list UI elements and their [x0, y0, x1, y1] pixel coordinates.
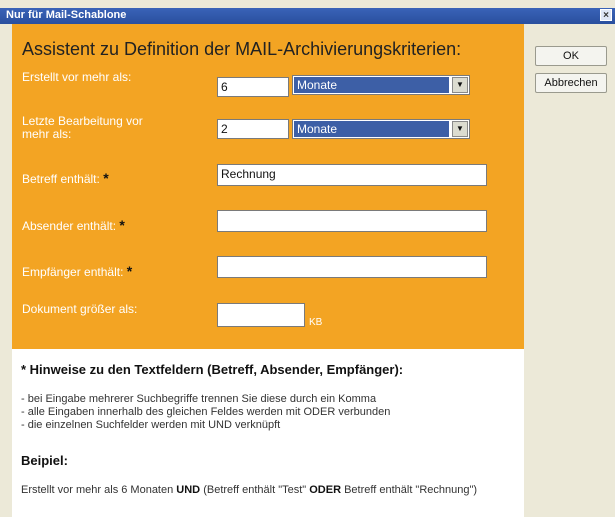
hint-item: - bei Eingabe mehrerer Suchbegriffe tren… — [21, 393, 377, 405]
subject-input[interactable]: Rechnung — [217, 164, 487, 186]
chevron-down-icon[interactable]: ▼ — [452, 121, 468, 137]
subject-label-text: Betreff enthält: — [22, 172, 100, 186]
example-heading: Beipiel: — [21, 453, 68, 468]
hints-panel: * Hinweise zu den Textfeldern (Betreff, … — [12, 349, 524, 517]
dialog-window: Nur für Mail-Schablone × Assistent zu De… — [0, 0, 615, 517]
example-or: ODER — [309, 484, 342, 496]
window-title: Nur für Mail-Schablone — [6, 9, 127, 21]
subject-label: Betreff enthält: * — [22, 170, 109, 186]
size-unit: KB — [309, 317, 323, 328]
example-part: Betreff enthält "Rechnung") — [341, 484, 478, 496]
criteria-panel: Assistent zu Definition der MAIL-Archivi… — [12, 24, 524, 349]
edited-unit-select[interactable]: Monate ▼ — [292, 119, 470, 139]
created-age-input[interactable]: 6 — [217, 77, 289, 97]
sender-label-text: Absender enthält: — [22, 219, 117, 233]
edited-unit-value: Monate — [294, 121, 449, 137]
recipient-input[interactable] — [217, 256, 487, 278]
hint-item: - die einzelnen Suchfelder werden mit UN… — [21, 419, 281, 431]
required-marker: * — [126, 263, 133, 279]
example-text: Erstellt vor mehr als 6 Monaten UND (Bet… — [21, 483, 501, 497]
title-bar: Nur für Mail-Schablone × — [0, 8, 615, 24]
example-and: UND — [176, 484, 201, 496]
example-part: (Betreff enthält "Test" — [200, 484, 310, 496]
example-part: Erstellt vor mehr als 6 Monaten — [21, 484, 177, 496]
cancel-button[interactable]: Abbrechen — [535, 73, 607, 93]
close-icon[interactable]: × — [600, 9, 612, 21]
recipient-label-text: Empfänger enthält: — [22, 265, 124, 279]
created-unit-value: Monate — [294, 77, 449, 93]
required-marker: * — [103, 170, 109, 186]
hints-heading: * Hinweise zu den Textfeldern (Betreff, … — [21, 362, 404, 377]
sender-input[interactable] — [217, 210, 487, 232]
created-label: Erstellt vor mehr als: — [22, 70, 132, 84]
hint-item: - alle Eingaben innerhalb des gleichen F… — [21, 406, 391, 418]
size-input[interactable] — [217, 303, 305, 327]
edited-label: Letzte Bearbeitung vor mehr als: — [22, 114, 143, 141]
size-label: Dokument größer als: — [22, 302, 138, 316]
edited-age-input[interactable]: 2 — [217, 119, 289, 139]
created-unit-select[interactable]: Monate ▼ — [292, 75, 470, 95]
page-title: Assistent zu Definition der MAIL-Archivi… — [22, 39, 462, 59]
required-marker: * — [119, 217, 125, 233]
ok-button[interactable]: OK — [535, 46, 607, 66]
recipient-label: Empfänger enthält: * — [22, 263, 133, 279]
chevron-down-icon[interactable]: ▼ — [452, 77, 468, 93]
sender-label: Absender enthält: * — [22, 217, 125, 233]
